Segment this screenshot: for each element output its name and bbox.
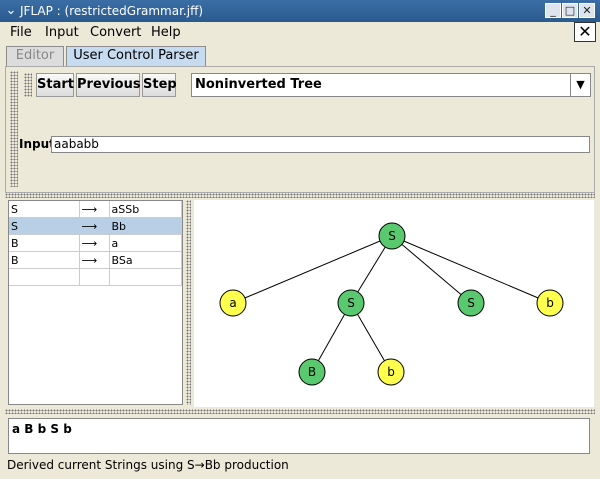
arrow-icon	[79, 268, 110, 286]
arrow-icon: ⟶	[79, 234, 110, 252]
window-close-button[interactable]: ✕	[579, 3, 595, 18]
tree-edge	[232, 235, 393, 304]
maximize-button[interactable]: □	[562, 3, 578, 18]
tree-node-n1[interactable]: a	[219, 289, 247, 317]
tab-strip: Editor User Control Parser	[0, 44, 600, 66]
node-label: b	[387, 365, 395, 379]
parse-tree-svg: Sa S Sb B b	[219, 222, 564, 386]
node-label: S	[347, 296, 355, 310]
previous-button[interactable]: Previous	[76, 73, 141, 97]
status-text: Derived current Strings using S→Bb produ…	[7, 458, 289, 472]
tree-node-n0[interactable]: S	[378, 222, 406, 250]
tree-node-n3[interactable]: S	[457, 289, 485, 317]
node-label: S	[388, 229, 396, 243]
menu-convert[interactable]: Convert	[90, 25, 141, 41]
table-row[interactable]	[9, 268, 182, 286]
step-button[interactable]: Step	[142, 73, 177, 97]
view-select[interactable]: Noninverted Tree ▼	[191, 73, 591, 97]
node-label: S	[467, 296, 475, 310]
node-label: a	[229, 296, 236, 310]
menu-help[interactable]: Help	[151, 25, 181, 41]
splitter-horizontal-bottom[interactable]	[5, 409, 595, 414]
tree-node-n4[interactable]: b	[536, 289, 564, 317]
tab-editor[interactable]: Editor	[6, 46, 64, 66]
rule-lhs: S	[9, 217, 80, 235]
toolbar-grip[interactable]	[24, 73, 32, 97]
rule-rhs: BSa	[109, 251, 182, 269]
rule-rhs	[109, 268, 182, 286]
rule-rhs: Bb	[109, 217, 182, 235]
start-button[interactable]: Start	[36, 73, 74, 97]
table-row[interactable]: B ⟶ a	[9, 234, 182, 252]
parse-tree-canvas[interactable]: Sa S Sb Bb	[194, 200, 594, 407]
arrow-icon: ⟶	[79, 217, 110, 235]
chevron-down-icon[interactable]: ▼	[570, 74, 590, 96]
view-select-value: Noninverted Tree	[195, 77, 322, 92]
node-label: b	[546, 296, 554, 310]
table-row[interactable]: S ⟶ Bb	[9, 217, 182, 235]
title-bar: ⌄ JFLAP : (restrictedGrammar.jff) _ □ ✕	[0, 0, 600, 22]
menu-input[interactable]: Input	[45, 25, 79, 41]
input-field[interactable]: aababb	[51, 136, 590, 153]
tree-node-n5[interactable]: B	[298, 358, 326, 386]
menu-bar: File Input Convert Help	[0, 22, 600, 44]
input-label: Input	[19, 137, 55, 151]
tab-user-control-parser[interactable]: User Control Parser	[66, 46, 206, 66]
rule-lhs: B	[9, 234, 80, 252]
splitter-horizontal[interactable]	[5, 193, 595, 198]
tree-node-n2[interactable]: S	[337, 289, 365, 317]
menu-file[interactable]: File	[10, 25, 32, 41]
table-row[interactable]: S ⟶ aSSb	[9, 201, 182, 218]
splitter-vertical[interactable]	[186, 200, 191, 405]
tree-node-n6[interactable]: b	[377, 358, 405, 386]
rule-rhs: a	[109, 234, 182, 252]
rule-rhs: aSSb	[109, 201, 182, 218]
rule-lhs: B	[9, 251, 80, 269]
arrow-icon: ⟶	[79, 201, 110, 218]
window-title: JFLAP : (restrictedGrammar.jff)	[20, 4, 204, 18]
derivation-output: a B b S b	[8, 418, 590, 454]
arrow-icon: ⟶	[79, 251, 110, 269]
minimize-button[interactable]: _	[545, 3, 561, 18]
grammar-table[interactable]: S ⟶ aSSb S ⟶ Bb B ⟶ a B ⟶ BSa	[8, 200, 183, 405]
close-tab-button[interactable]: ✕	[574, 22, 596, 42]
parser-control-pane: Start Previous Step Noninverted Tree ▼ I…	[5, 66, 595, 193]
node-label: B	[308, 365, 316, 379]
table-row[interactable]: B ⟶ BSa	[9, 251, 182, 269]
rule-lhs: S	[9, 201, 80, 218]
drag-grip[interactable]	[10, 71, 18, 187]
tree-edge	[391, 235, 472, 304]
rule-lhs	[9, 268, 80, 286]
chevron-down-icon[interactable]: ⌄	[3, 3, 19, 19]
